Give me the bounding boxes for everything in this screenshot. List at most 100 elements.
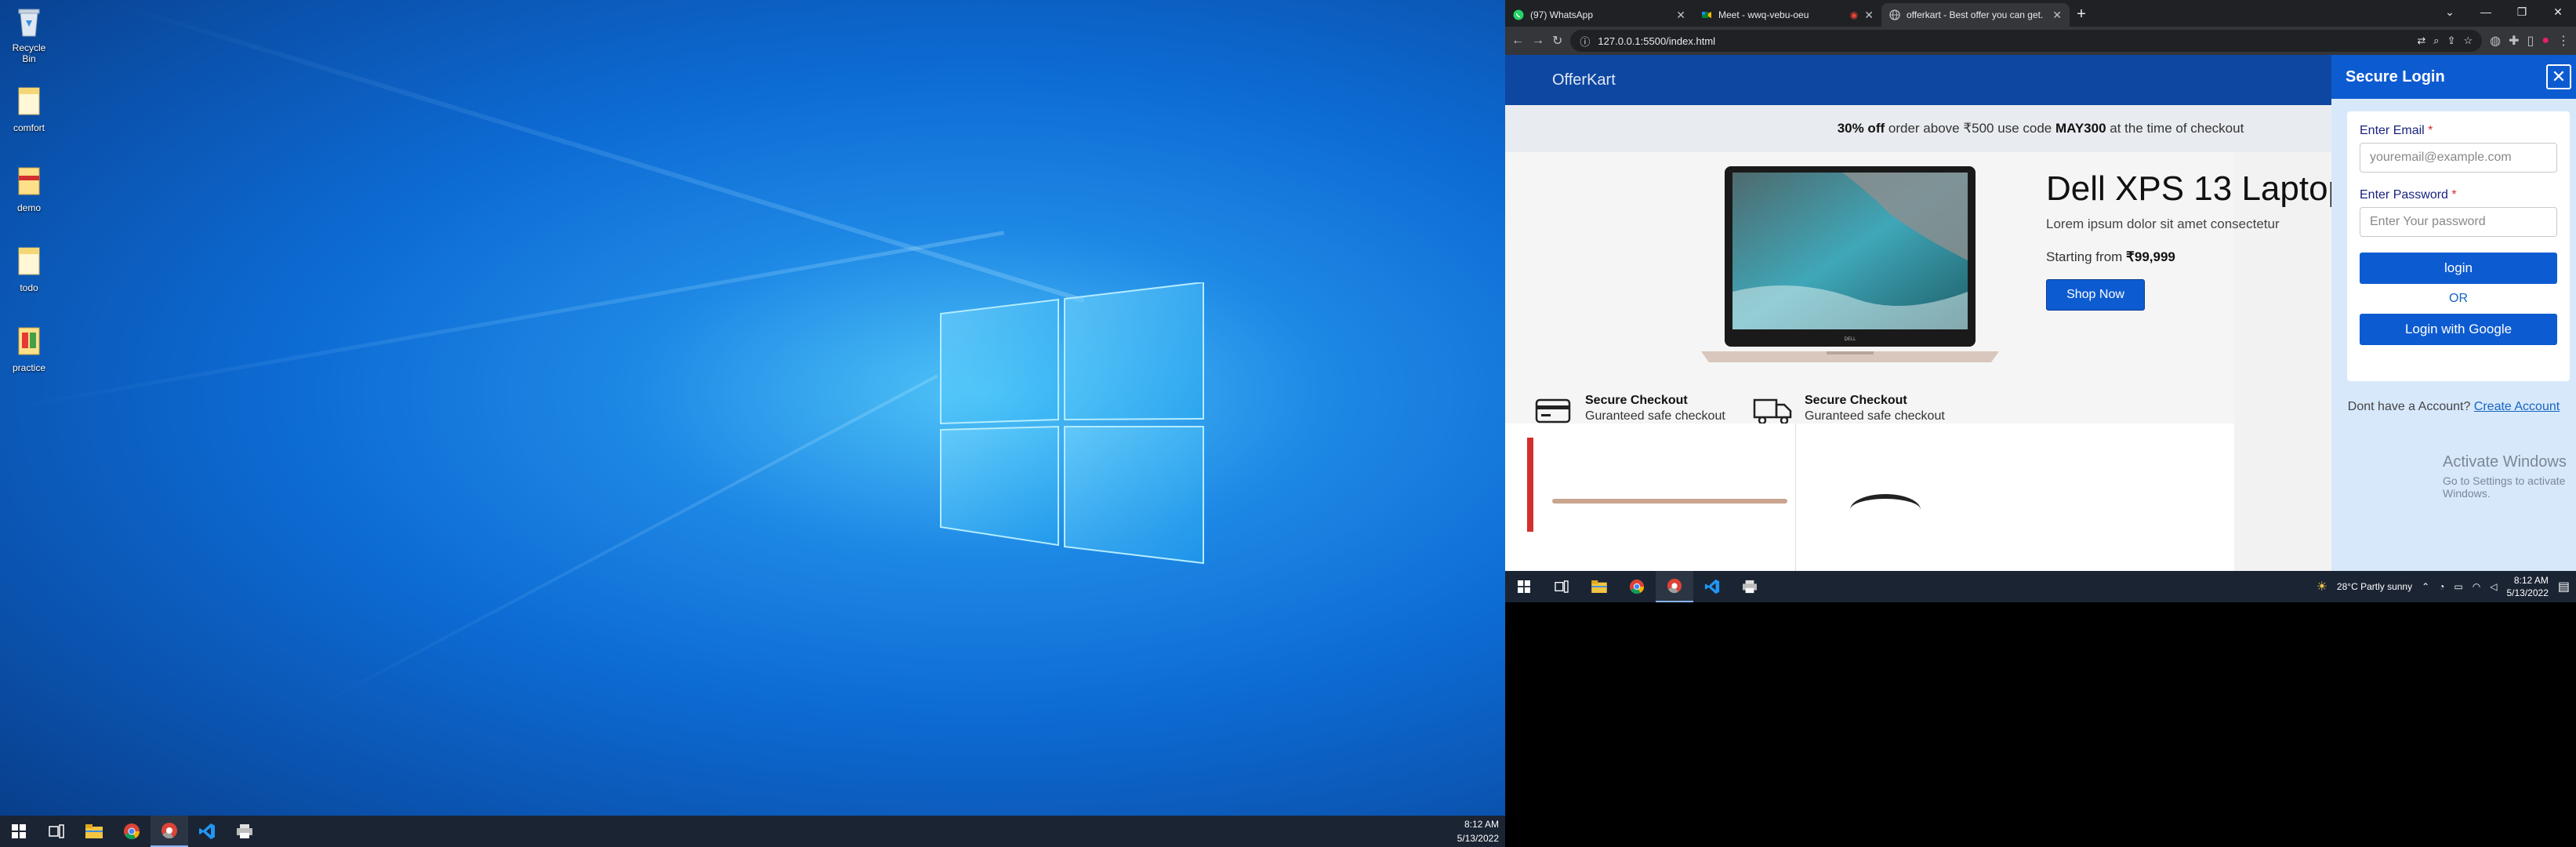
- chrome-profile-icon: [1667, 578, 1682, 594]
- sidepanel-icon[interactable]: ▯: [2527, 33, 2534, 49]
- folder-icon: [18, 327, 40, 355]
- price-value: ₹99,999: [2126, 249, 2175, 264]
- vscode-icon: [199, 823, 215, 839]
- file-explorer-button[interactable]: [1580, 571, 1618, 602]
- watermark-subtitle: Go to Settings to activate Windows.: [2443, 474, 2566, 500]
- login-header: Secure Login: [2331, 55, 2576, 99]
- desktop-icon-label: comfort: [13, 122, 45, 133]
- info-icon[interactable]: ⓘ: [1580, 34, 1590, 49]
- tab-title: Meet - wwq-vebu-oeu: [1718, 9, 1809, 20]
- close-icon[interactable]: ✕: [2546, 64, 2571, 89]
- profile-icon[interactable]: ●: [2542, 34, 2549, 48]
- password-label: Enter Password *: [2360, 188, 2557, 202]
- whatsapp-icon: [1513, 9, 1524, 20]
- back-icon[interactable]: ←: [1511, 34, 1524, 48]
- bookmark-star-icon[interactable]: ☆: [2463, 35, 2473, 47]
- file-explorer-button[interactable]: [75, 816, 113, 847]
- desktop-icon-practice[interactable]: practice: [5, 325, 53, 373]
- password-field[interactable]: Enter Your password: [2360, 207, 2557, 237]
- chrome-button[interactable]: [1618, 571, 1656, 602]
- task-view-icon: [1555, 580, 1569, 593]
- system-clock[interactable]: 8:12 AM 5/13/2022: [2506, 574, 2548, 599]
- printer-button[interactable]: [226, 816, 263, 847]
- chrome-button[interactable]: [113, 816, 151, 847]
- signup-text: Dont have a Account?: [2347, 400, 2474, 413]
- vscode-button[interactable]: [188, 816, 226, 847]
- close-tab-icon[interactable]: ✕: [2052, 9, 2062, 22]
- printer-icon: [1743, 580, 1757, 594]
- file-explorer-icon: [85, 824, 103, 838]
- recording-icon: ◉: [1849, 9, 1859, 20]
- desktop-icon-demo[interactable]: demo: [5, 165, 53, 213]
- minimize-icon[interactable]: —: [2468, 0, 2504, 24]
- volume-icon[interactable]: ◁: [2490, 581, 2497, 592]
- weather-text[interactable]: 28°C Partly sunny: [2337, 581, 2412, 592]
- folder-icon: [18, 87, 40, 115]
- promo-text: order above ₹500 use code: [1885, 121, 2055, 136]
- site-brand[interactable]: OfferKart: [1552, 71, 1616, 89]
- product-image: [1552, 499, 1787, 503]
- create-account-link[interactable]: Create Account: [2474, 400, 2560, 413]
- notification-icon[interactable]: ▤: [2558, 579, 2570, 594]
- close-tab-icon[interactable]: ✕: [1676, 9, 1685, 22]
- vscode-icon: [1704, 579, 1720, 594]
- close-tab-icon[interactable]: ✕: [1864, 9, 1874, 22]
- translate-icon[interactable]: ⇄: [2417, 35, 2425, 47]
- address-bar-row: ← → ↻ ⓘ 127.0.0.1:5500/index.html ⇄ ⌕ ⇪ …: [1505, 27, 2576, 55]
- url-text: 127.0.0.1:5500/index.html: [1598, 35, 1716, 47]
- or-divider: OR: [2449, 292, 2468, 305]
- weather-icon[interactable]: ☀: [2317, 579, 2327, 594]
- recycle-bin-icon: [18, 9, 40, 37]
- system-tray: ☀ 28°C Partly sunny ⌃ ◔ ▭ ◠ ◁ 8:12 AM 5/…: [2317, 571, 2570, 602]
- start-button[interactable]: [1505, 571, 1543, 602]
- close-window-icon[interactable]: ✕: [2540, 0, 2576, 24]
- tab-search-icon[interactable]: ⌄: [2432, 0, 2468, 24]
- reload-icon[interactable]: ↻: [1552, 33, 1562, 49]
- system-clock[interactable]: 8:12 AM 5/13/2022: [1457, 817, 1499, 845]
- folder-icon: [18, 167, 40, 195]
- desktop-icon-comfort[interactable]: comfort: [5, 85, 53, 133]
- promo-tail: at the time of checkout: [2106, 121, 2244, 136]
- desktop-icon-label: Recycle Bin: [12, 42, 46, 64]
- network-icon[interactable]: ◔: [2439, 581, 2444, 592]
- new-tab-icon[interactable]: +: [2070, 5, 2093, 24]
- wifi-icon[interactable]: ◠: [2473, 581, 2480, 592]
- required-mark: *: [2428, 124, 2433, 137]
- chrome-profile-button[interactable]: [151, 816, 188, 847]
- tab-whatsapp[interactable]: (97) WhatsApp ✕: [1505, 3, 1693, 27]
- menu-kebab-icon[interactable]: ⋮: [2557, 33, 2570, 49]
- tab-meet[interactable]: Meet - wwq-vebu-oeu ◉ ✕: [1693, 3, 1881, 27]
- login-title: Secure Login: [2346, 67, 2445, 85]
- share-icon[interactable]: ⇪: [2447, 35, 2456, 47]
- meet-icon: [1702, 12, 1711, 18]
- email-label-text: Enter Email: [2360, 124, 2425, 137]
- extension-icon[interactable]: ◍: [2490, 33, 2501, 49]
- battery-icon[interactable]: ▭: [2454, 581, 2462, 592]
- activate-windows-watermark: Activate Windows Go to Settings to activ…: [2443, 453, 2576, 500]
- chevron-up-icon[interactable]: ⌃: [2422, 581, 2429, 592]
- login-button[interactable]: login: [2360, 253, 2557, 284]
- promo-highlight: 30% off: [1837, 121, 1885, 136]
- chrome-profile-icon: [161, 823, 177, 839]
- start-button[interactable]: [0, 816, 38, 847]
- task-view-button[interactable]: [38, 816, 75, 847]
- clock-time: 8:12 AM: [1464, 819, 1499, 830]
- printer-button[interactable]: [1731, 571, 1769, 602]
- omnibox[interactable]: ⓘ 127.0.0.1:5500/index.html ⇄ ⌕ ⇪ ☆: [1570, 30, 2483, 52]
- shop-now-button[interactable]: Shop Now: [2046, 279, 2145, 311]
- tab-offerkart[interactable]: offerkart - Best offer you can get. ✕: [1881, 3, 2070, 27]
- google-login-button[interactable]: Login with Google: [2360, 314, 2557, 345]
- vscode-button[interactable]: [1693, 571, 1731, 602]
- chrome-profile-button[interactable]: [1656, 571, 1693, 602]
- restore-icon[interactable]: ❐: [2504, 0, 2540, 24]
- puzzle-icon[interactable]: ✚: [2509, 33, 2519, 49]
- zoom-icon[interactable]: ⌕: [2433, 35, 2439, 47]
- desktop-icon-recycle-bin[interactable]: Recycle Bin: [5, 5, 53, 64]
- task-view-button[interactable]: [1543, 571, 1580, 602]
- task-view-icon: [49, 824, 64, 838]
- forward-icon[interactable]: →: [1532, 34, 1544, 48]
- desktop-icon-todo[interactable]: todo: [5, 245, 53, 293]
- file-explorer-icon: [1591, 580, 1607, 593]
- email-field[interactable]: youremail@example.com: [2360, 143, 2557, 173]
- desktop-icon-label: practice: [12, 362, 46, 373]
